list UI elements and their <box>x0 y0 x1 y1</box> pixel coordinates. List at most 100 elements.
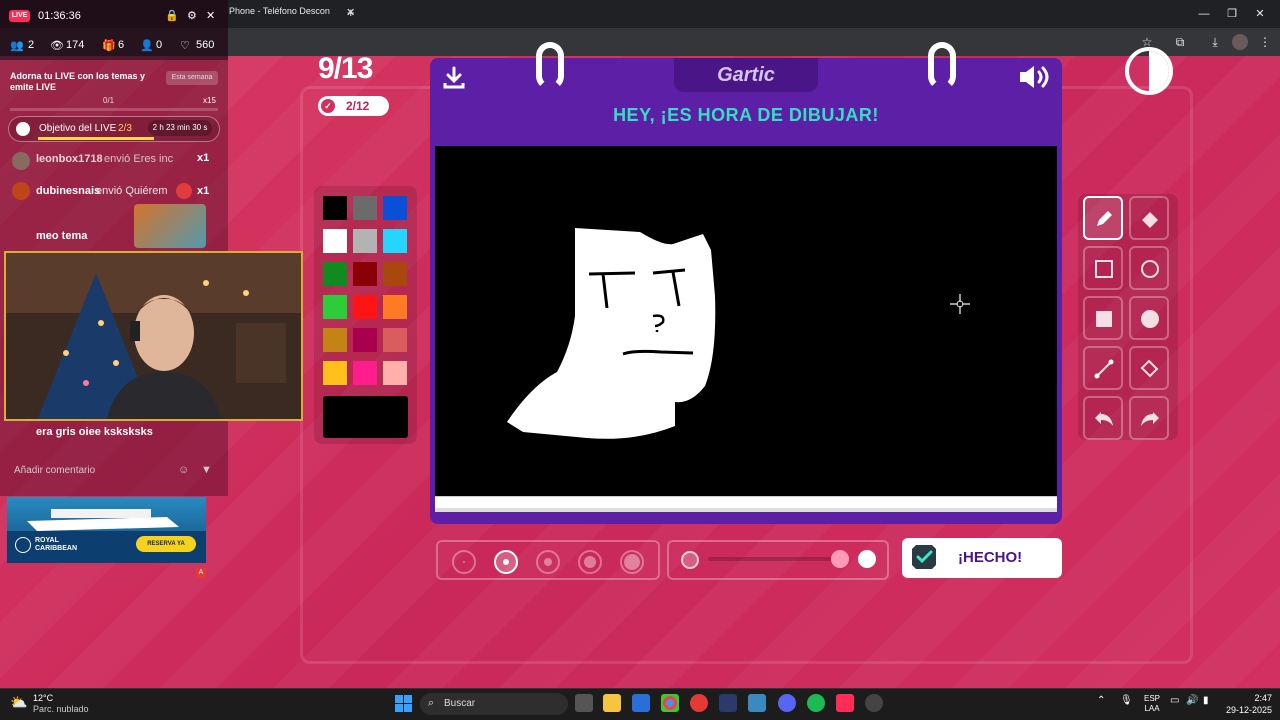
settings-icon[interactable]: ⚙ <box>187 9 197 22</box>
comment-input[interactable]: Añadir comentario <box>8 462 198 482</box>
taskbar-search[interactable] <box>420 693 568 715</box>
brush-size-1[interactable] <box>452 550 476 574</box>
eraser-tool[interactable] <box>1129 196 1169 240</box>
promo-progress: 0/1 <box>103 96 115 105</box>
settings-app-icon[interactable] <box>865 694 883 712</box>
rectangle-outline-tool[interactable] <box>1083 246 1123 290</box>
eye-icon: 👁 <box>50 40 64 52</box>
volume-icon[interactable]: 🔊 <box>1186 695 1198 706</box>
browser-menu-icon[interactable]: ⋮ <box>1257 34 1273 50</box>
brush-size-5[interactable] <box>620 550 644 574</box>
rectangle-fill-tool[interactable] <box>1083 296 1123 340</box>
circle-outline-icon <box>1141 260 1159 278</box>
clock-date[interactable]: 29-12-2025 <box>1206 705 1272 715</box>
filter-icon[interactable]: ▼ <box>201 464 212 476</box>
download-drawing-icon[interactable] <box>442 66 466 90</box>
ad-icon[interactable]: A <box>196 568 206 578</box>
color-swatch[interactable] <box>323 229 347 253</box>
sound-icon[interactable] <box>1018 64 1052 90</box>
lock-icon[interactable]: 🔒 <box>165 9 179 22</box>
profile-avatar[interactable] <box>1232 34 1248 50</box>
network-icon[interactable]: ▭ <box>1170 695 1179 706</box>
color-swatch[interactable] <box>353 361 377 385</box>
audio-app-icon[interactable] <box>719 694 737 712</box>
color-swatch[interactable] <box>323 262 347 286</box>
microphone-icon[interactable]: 🎙 <box>1120 695 1133 706</box>
color-swatch[interactable] <box>323 295 347 319</box>
store-icon[interactable] <box>632 694 650 712</box>
new-tab-button[interactable]: + <box>347 5 355 20</box>
advertisement[interactable] <box>7 497 206 563</box>
goal-progress-bar <box>38 137 154 140</box>
file-explorer-icon[interactable] <box>603 694 621 712</box>
brush-size-4[interactable] <box>578 550 602 574</box>
group-icon: 👥 <box>10 40 24 52</box>
color-swatch[interactable] <box>323 361 347 385</box>
weather-description: Parc. nublado <box>33 704 89 714</box>
royal-caribbean-logo <box>15 537 31 553</box>
color-swatch[interactable] <box>383 262 407 286</box>
goal-label: Objetivo del LIVE <box>39 123 117 134</box>
line-tool[interactable] <box>1083 346 1123 390</box>
clock-time[interactable]: 2:47 <box>1224 693 1272 703</box>
fill-bucket-tool[interactable] <box>1129 346 1169 390</box>
opera-icon[interactable] <box>690 694 708 712</box>
color-swatch[interactable] <box>353 229 377 253</box>
task-view-icon[interactable] <box>575 694 593 712</box>
goal-icon <box>16 122 30 136</box>
download-icon[interactable]: ⤓ <box>1207 34 1223 50</box>
color-swatch[interactable] <box>353 262 377 286</box>
drawing <box>507 228 716 439</box>
undo-tool[interactable] <box>1083 396 1123 440</box>
users-count: 0 <box>156 39 163 51</box>
redo-tool[interactable] <box>1129 396 1169 440</box>
avatar <box>12 182 30 200</box>
chat-message: meo tema <box>36 230 88 242</box>
extensions-icon[interactable]: ⧉ <box>1172 34 1188 50</box>
color-swatch[interactable] <box>353 295 377 319</box>
promo-tag[interactable]: Esta semana <box>166 71 218 85</box>
contrast-toggle-button[interactable] <box>1125 47 1173 95</box>
brush-size-3[interactable] <box>536 550 560 574</box>
opacity-handle[interactable] <box>831 550 849 568</box>
language-indicator[interactable]: ESP LAA <box>1144 694 1160 714</box>
windows-start-icon[interactable] <box>395 695 412 712</box>
gift-animation <box>134 204 206 248</box>
done-check-icon <box>912 545 936 569</box>
line-icon <box>1094 359 1114 379</box>
color-swatch[interactable] <box>383 196 407 220</box>
color-swatch[interactable] <box>353 328 377 352</box>
color-swatch[interactable] <box>353 196 377 220</box>
pencil-tool[interactable] <box>1083 196 1123 240</box>
chrome-icon[interactable] <box>661 694 679 712</box>
color-swatch[interactable] <box>323 196 347 220</box>
pencil-icon <box>1097 211 1112 226</box>
crosshair-cursor-icon <box>950 294 970 314</box>
drawing-canvas[interactable] <box>435 146 1057 496</box>
discord-icon[interactable] <box>778 694 796 712</box>
emoji-icon[interactable]: ☺ <box>178 464 189 476</box>
close-overlay-icon[interactable]: ✕ <box>206 9 215 22</box>
color-swatch[interactable] <box>383 295 407 319</box>
spotify-icon[interactable] <box>807 694 825 712</box>
color-swatch[interactable] <box>323 328 347 352</box>
binder-ring-left <box>536 42 564 90</box>
circle-outline-tool[interactable] <box>1129 246 1169 290</box>
brush-size-2[interactable] <box>494 550 518 574</box>
tab-title[interactable]: Phone - Teléfono Descon <box>229 6 330 16</box>
app-icon[interactable] <box>748 694 766 712</box>
opacity-track <box>708 557 840 561</box>
promo-title: Adorna tu LIVE con los temas y emite LIV… <box>10 71 146 92</box>
goal-progress: 2/3 <box>118 123 132 134</box>
tiktok-icon[interactable] <box>836 694 854 712</box>
color-swatch[interactable] <box>383 229 407 253</box>
weather-icon[interactable]: ⛅ <box>10 694 27 711</box>
color-swatch[interactable] <box>383 361 407 385</box>
circle-fill-tool[interactable] <box>1129 296 1169 340</box>
close-window-button[interactable]: ✕ <box>1240 4 1280 24</box>
color-swatch[interactable] <box>383 328 407 352</box>
correct-badge: ✓ 2/12 <box>318 96 389 116</box>
ad-cta-button[interactable]: RESERVA YA <box>136 536 196 552</box>
check-icon: ✓ <box>321 99 335 113</box>
tray-chevron-icon[interactable]: ⌃ <box>1097 695 1105 706</box>
